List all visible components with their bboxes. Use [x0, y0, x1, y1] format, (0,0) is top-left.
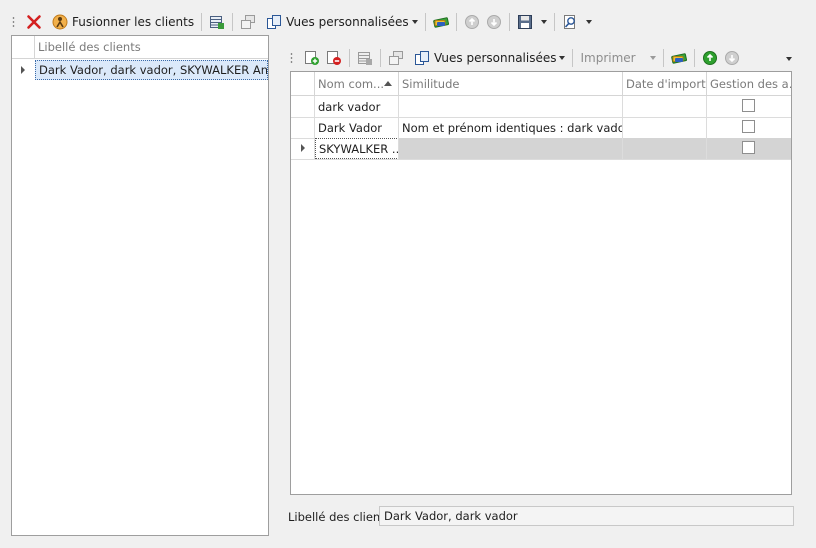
copy-views-icon — [267, 15, 282, 29]
column-header-name-label: Nom com... — [318, 76, 385, 91]
table-row[interactable]: Dark Vador — [315, 117, 399, 138]
column-header-name[interactable]: Nom com... — [315, 72, 399, 96]
cell-name: SKYWALKER ... — [319, 141, 399, 156]
chevron-down-icon — [411, 20, 418, 24]
clients-list-panel: Libellé des clients Dark Vador, dark vad… — [11, 35, 269, 536]
cell-similitude[interactable]: Nom et prénom identiques : dark vador — [399, 117, 623, 138]
table-export-icon — [210, 16, 225, 29]
print-button[interactable]: Imprimer — [577, 47, 658, 69]
grid-export-button[interactable] — [206, 11, 228, 33]
remove-row-button[interactable] — [323, 47, 345, 69]
merge-user-icon — [52, 14, 68, 30]
cell-name: Dark Vador — [318, 120, 383, 135]
merge-clients-button[interactable]: Fusionner les clients — [49, 11, 197, 33]
toolbar-separator — [508, 13, 510, 31]
add-row-button[interactable] — [301, 47, 323, 69]
client-group-label: Dark Vador, dark vador, SKYWALKER Anakin — [39, 63, 268, 77]
toolbar-separator — [662, 49, 664, 67]
management-checkbox[interactable] — [742, 120, 755, 133]
money-button[interactable] — [430, 11, 452, 33]
toolbar-separator — [572, 49, 574, 67]
toolbar-separator — [424, 13, 426, 31]
money-button[interactable] — [668, 47, 690, 69]
management-checkbox[interactable] — [742, 99, 755, 112]
column-divider — [314, 96, 315, 159]
toolbar-grip[interactable] — [290, 52, 293, 64]
custom-views-button[interactable]: Vues personnalisées — [263, 11, 420, 33]
duplicates-grid: Nom com... Similitude Date d'import Gest… — [290, 71, 792, 495]
column-header-management[interactable]: Gestion des a... — [707, 72, 791, 96]
search-preview-button[interactable] — [559, 11, 595, 33]
grid-export-button[interactable] — [354, 47, 376, 69]
window-restore-button[interactable] — [385, 47, 407, 69]
custom-views-button[interactable]: Vues personnalisées — [411, 47, 568, 69]
custom-views-label: Vues personnalisées — [434, 51, 557, 65]
toolbar-grip[interactable] — [12, 16, 15, 28]
magnifier-page-icon — [563, 15, 575, 29]
chevron-down-icon — [559, 56, 566, 60]
chevron-down-icon[interactable] — [585, 20, 592, 24]
cell-name: dark vador — [318, 99, 381, 114]
client-label-value: Dark Vador, dark vador — [384, 509, 518, 523]
toolbar-separator — [693, 49, 695, 67]
toolbar-separator — [232, 13, 234, 31]
custom-views-label: Vues personnalisées — [286, 15, 409, 29]
cell-import-date[interactable] — [623, 96, 707, 117]
row-indicator-arrow-icon — [301, 144, 305, 152]
management-checkbox[interactable] — [742, 141, 755, 154]
toolbar-separator — [553, 13, 555, 31]
table-row[interactable]: dark vador — [315, 96, 399, 117]
cell-import-date[interactable] — [623, 138, 707, 159]
row-divider — [291, 159, 791, 160]
table-export-icon — [358, 52, 372, 65]
column-divider — [622, 96, 623, 159]
copy-views-icon — [415, 51, 429, 65]
toolbar-separator — [380, 49, 381, 67]
row-indicator-header — [291, 72, 315, 96]
move-up-button[interactable] — [699, 47, 721, 69]
arrow-up-circle-icon — [702, 51, 717, 65]
windows-icon — [241, 15, 256, 29]
banknote-icon — [670, 53, 687, 64]
column-divider — [706, 96, 707, 159]
row-indicator-header — [12, 36, 35, 59]
move-down-button[interactable] — [483, 11, 505, 33]
toolbar-overflow-chevron-icon[interactable] — [786, 57, 792, 61]
toolbar-separator — [201, 13, 203, 31]
delete-x-icon — [27, 15, 41, 29]
client-label-column-header[interactable]: Libellé des clients — [35, 36, 268, 59]
client-label-field[interactable]: Dark Vador, dark vador — [379, 506, 794, 526]
arrow-down-circle-icon — [724, 51, 739, 65]
arrow-down-circle-icon — [486, 15, 501, 29]
add-row-icon — [305, 51, 319, 65]
row-indicator-arrow-icon — [21, 66, 25, 74]
table-row-selected[interactable]: SKYWALKER ... — [315, 138, 399, 159]
arrow-up-circle-icon — [464, 15, 479, 29]
banknote-icon — [432, 17, 449, 28]
print-label: Imprimer — [580, 51, 636, 65]
column-header-similitude[interactable]: Similitude — [399, 72, 623, 96]
window-restore-button[interactable] — [237, 11, 259, 33]
remove-row-icon — [327, 51, 341, 65]
move-up-button[interactable] — [461, 11, 483, 33]
cell-import-date[interactable] — [623, 117, 707, 138]
windows-icon — [389, 51, 403, 65]
delete-button[interactable] — [23, 11, 45, 33]
main-toolbar: Fusionner les clients Vues personnalisée… — [12, 11, 595, 33]
floppy-disk-icon — [517, 15, 532, 29]
save-button[interactable] — [514, 11, 550, 33]
column-header-import-date[interactable]: Date d'import — [623, 72, 707, 96]
detail-toolbar: Vues personnalisées Imprimer — [290, 47, 743, 69]
chevron-down-icon[interactable] — [649, 56, 656, 60]
column-divider — [398, 96, 399, 159]
cell-similitude[interactable] — [399, 138, 623, 159]
sort-ascending-icon — [384, 81, 392, 86]
cell-similitude[interactable] — [399, 96, 623, 117]
chevron-down-icon[interactable] — [540, 20, 547, 24]
move-down-button[interactable] — [721, 47, 743, 69]
merge-clients-label: Fusionner les clients — [72, 15, 195, 29]
toolbar-separator — [349, 49, 350, 67]
client-group-row[interactable]: Dark Vador, dark vador, SKYWALKER Anakin — [35, 60, 268, 80]
toolbar-separator — [455, 13, 457, 31]
